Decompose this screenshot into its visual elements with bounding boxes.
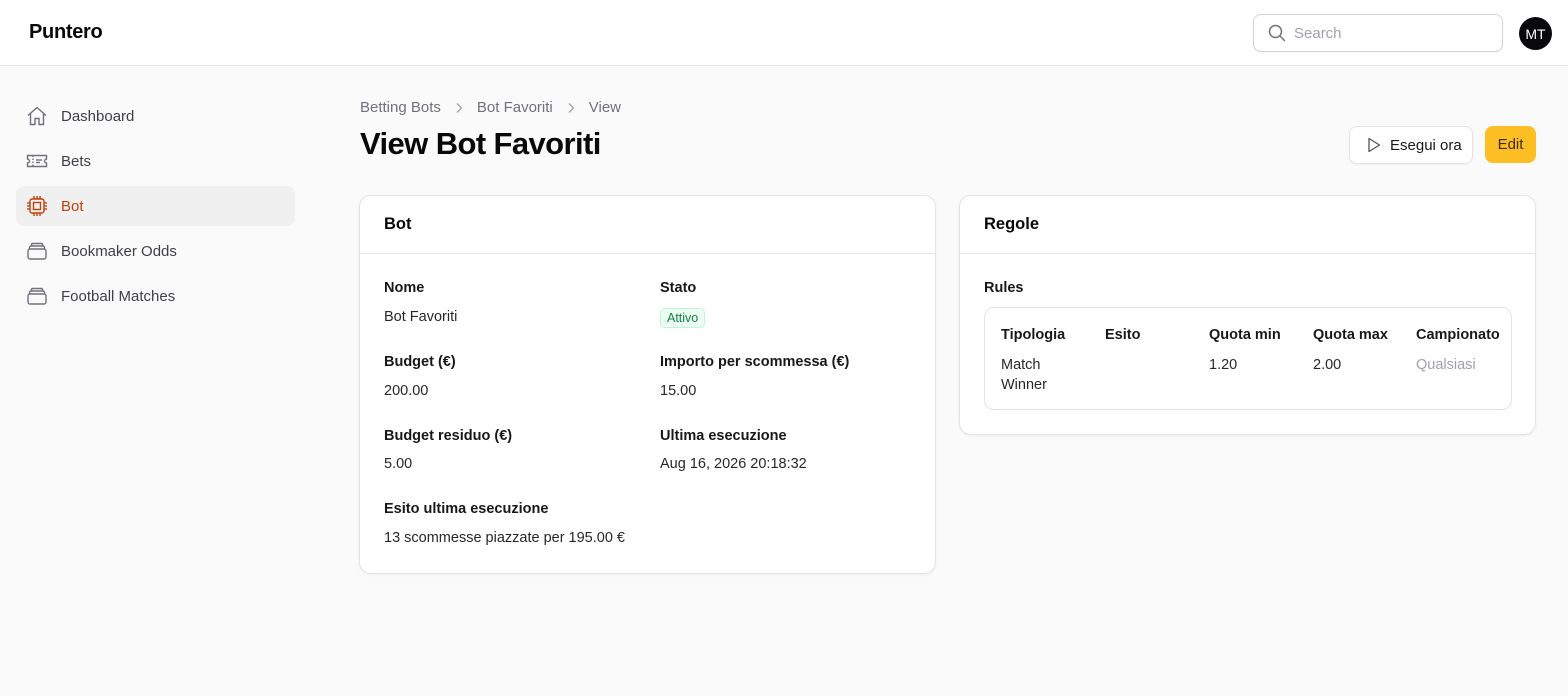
- status-badge: Attivo: [660, 308, 706, 328]
- user-avatar[interactable]: MT: [1519, 17, 1552, 50]
- sidebar-item-label: Bets: [61, 152, 92, 170]
- ultima-esecuzione-value: Aug 16, 2026 20:18:32: [660, 456, 807, 472]
- budget-residuo-label: Budget residuo (€): [384, 428, 513, 444]
- play-icon: [1368, 137, 1381, 153]
- sidebar-item-bets[interactable]: Bets: [16, 141, 295, 181]
- home-icon: [26, 105, 48, 127]
- sidebar-item-bot[interactable]: Bot: [16, 186, 295, 226]
- budget-residuo-value: 5.00: [384, 456, 413, 472]
- cell-tipologia: Match Winner: [1001, 357, 1047, 393]
- search-box[interactable]: [1253, 14, 1503, 52]
- budget-value: 200.00: [384, 383, 429, 399]
- page-title: View Bot Favoriti: [360, 126, 601, 161]
- edit-button[interactable]: Edit: [1485, 126, 1536, 163]
- rules-card-title: Regole: [960, 196, 1535, 254]
- stato-label: Stato: [660, 280, 697, 296]
- rules-card: Regole Rules Tipologia Esito Quota min Q…: [959, 195, 1536, 435]
- bot-card-title: Bot: [360, 196, 935, 254]
- sidebar-item-bookmaker-odds[interactable]: Bookmaker Odds: [16, 231, 295, 271]
- cell-quota-min: 1.20: [1209, 357, 1238, 373]
- column-header: Tipologia: [1001, 327, 1066, 343]
- top-bar: Puntero MT: [0, 0, 1568, 66]
- nome-label: Nome: [384, 280, 425, 296]
- sidebar-item-football-matches[interactable]: Football Matches: [16, 276, 295, 316]
- rules-table: Tipologia Esito Quota min Quota max Camp…: [984, 307, 1512, 410]
- importo-value: 15.00: [660, 383, 697, 399]
- breadcrumb-link-bot-favoriti[interactable]: Bot Favoriti: [477, 99, 553, 116]
- importo-label: Importo per scommessa (€): [660, 354, 850, 370]
- sidebar: Dashboard Bets Bot Bookmaker Odds Footba…: [16, 96, 295, 321]
- column-header: Quota min: [1209, 327, 1281, 343]
- ultima-esecuzione-label: Ultima esecuzione: [660, 428, 787, 444]
- sidebar-item-label: Football Matches: [61, 287, 176, 305]
- budget-label: Budget (€): [384, 354, 456, 370]
- chevron-right-icon: [567, 102, 575, 114]
- column-header: Campionato: [1416, 327, 1500, 343]
- cell-quota-max: 2.00: [1313, 357, 1342, 373]
- sidebar-item-label: Dashboard: [61, 107, 135, 125]
- chevron-right-icon: [455, 102, 463, 114]
- sidebar-item-dashboard[interactable]: Dashboard: [16, 96, 295, 136]
- breadcrumb: Betting Bots Bot Favoriti View: [360, 99, 621, 116]
- breadcrumb-current: View: [588, 99, 621, 116]
- stack-icon: [26, 285, 48, 307]
- stack-icon: [26, 240, 48, 262]
- cell-campionato: Qualsiasi: [1416, 357, 1476, 373]
- sidebar-item-label: Bot: [61, 197, 84, 215]
- ticket-icon: [26, 150, 48, 172]
- column-header: Esito: [1105, 327, 1141, 343]
- run-now-label: Esegui ora: [1390, 136, 1462, 154]
- esito-value: 13 scommesse piazzate per 195.00 €: [384, 530, 625, 546]
- search-input[interactable]: [1294, 15, 1494, 51]
- sidebar-item-label: Bookmaker Odds: [61, 242, 177, 260]
- esito-label: Esito ultima esecuzione: [384, 501, 549, 517]
- run-now-button[interactable]: Esegui ora: [1349, 126, 1473, 164]
- cpu-chip-icon: [26, 195, 48, 217]
- search-icon: [1268, 24, 1286, 42]
- rules-section-label: Rules: [984, 280, 1024, 296]
- breadcrumb-link-betting-bots[interactable]: Betting Bots: [360, 99, 441, 116]
- nome-value: Bot Favoriti: [384, 309, 458, 325]
- bot-card: Bot Nome Bot Favoriti Stato Attivo Budge…: [359, 195, 936, 574]
- column-header: Quota max: [1313, 327, 1388, 343]
- app-logo[interactable]: Puntero: [29, 21, 103, 44]
